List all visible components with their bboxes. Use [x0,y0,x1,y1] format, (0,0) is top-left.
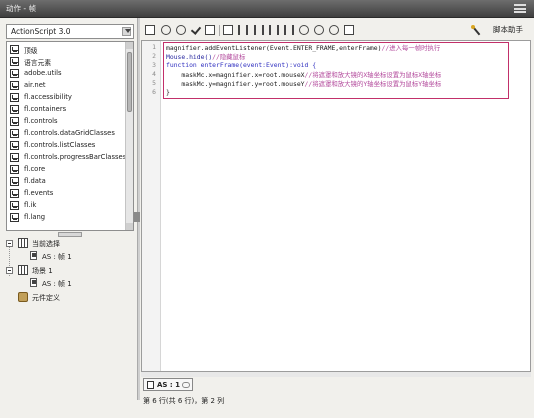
collapse-icon[interactable] [254,25,264,35]
tree-item-frame[interactable]: AS : 帧 1 [6,251,126,263]
book-icon [10,201,19,210]
list-item[interactable]: fl.controls.progressBarClasses [10,152,126,163]
script-assist-button[interactable]: 脚本助手 [493,24,523,35]
film-icon [18,238,28,248]
collapse-toolbox-icon[interactable] [134,212,140,222]
actions-toolbar: 脚本助手 [143,22,529,40]
line-number: 4 [152,70,156,78]
list-item[interactable]: fl.lang [10,212,120,223]
list-item[interactable]: adobe.utils [10,68,120,79]
toolbox-splitter[interactable] [58,232,82,237]
book-icon [10,81,19,90]
script-assist-icon[interactable] [471,25,481,35]
book-icon [10,45,19,54]
list-item[interactable]: fl.accessibility [10,92,120,103]
collapse-selection-icon[interactable] [269,25,279,35]
code-line[interactable]: maskMc.x=magnifier.x=root.mouseX//将遮罩和放大… [166,70,441,79]
package-list-scrollbar[interactable] [125,42,133,230]
scroll-thumb[interactable] [127,52,132,112]
package-list: 顶级 语言元素 adobe.utils air.net fl.accessibi… [6,41,134,231]
tree-item-frame[interactable]: AS : 帧 1 [6,278,126,290]
book-icon [10,213,19,222]
list-item[interactable]: fl.events [10,188,120,199]
chevron-down-icon[interactable] [122,27,131,36]
list-item[interactable]: fl.containers [10,104,120,115]
script-editor[interactable]: 1 2 3 4 5 6 magnifier.addEventListener(E… [141,40,531,372]
panel-menu-icon[interactable] [514,4,526,13]
auto-format-icon[interactable] [205,25,215,35]
library-icon [18,292,28,302]
line-number: 1 [152,43,156,51]
list-item[interactable]: air.net [10,80,120,91]
find-icon[interactable] [161,25,171,35]
expand-icon[interactable] [284,25,294,35]
book-icon [10,117,19,126]
language-dropdown[interactable]: ActionScript 3.0 [6,24,134,39]
book-icon [10,105,19,114]
toolbar-separator [219,25,220,36]
remove-comment-icon[interactable] [329,25,339,35]
status-bar: 第 6 行(共 6 行)，第 2 列 [143,397,225,405]
line-comment-icon[interactable] [314,25,324,35]
code-line[interactable]: } [166,88,170,96]
pin-script-icon[interactable] [182,382,190,388]
book-icon [10,177,19,186]
collapse-icon[interactable] [6,267,13,274]
list-item[interactable]: fl.controls.listClasses [10,140,120,151]
line-number-gutter: 1 2 3 4 5 6 [142,41,161,371]
show-hide-toolbox-icon[interactable] [344,25,354,35]
book-icon [10,153,19,162]
language-value: ActionScript 3.0 [11,27,71,36]
debug-icon[interactable] [238,25,248,35]
tree-item-symbol-definitions[interactable]: 元件定义 [6,292,126,304]
line-number: 2 [152,52,156,60]
list-item[interactable]: 顶级 [10,44,120,55]
code-line[interactable]: function enterFrame(event:Event):void { [166,61,316,69]
code-hint-icon[interactable] [223,25,233,35]
target-icon[interactable] [176,25,186,35]
frame-script-icon [30,278,37,287]
list-item[interactable]: fl.controls [10,116,120,127]
book-icon [10,189,19,198]
book-icon [10,141,19,150]
editor-horizontal-scrollbar[interactable] [141,372,531,377]
script-file-icon [147,381,154,389]
panel-title: 动作 - 帧 [6,4,36,13]
code-line[interactable]: maskMc.y=magnifier.y=root.mouseY//将遮罩和放大… [166,79,441,88]
script-tab[interactable]: AS : 1 [143,378,193,391]
scroll-down-icon[interactable] [126,223,133,230]
book-icon [10,69,19,78]
frame-script-icon [30,251,37,260]
list-item[interactable]: fl.controls.dataGridClasses [10,128,120,139]
actions-toolbox: ActionScript 3.0 顶级 语言元素 adobe.utils air… [6,24,134,368]
script-navigator: 当前选择 AS : 帧 1 场景 1 AS : 帧 1 元件定义 [6,238,134,368]
list-item[interactable]: fl.data [10,176,120,187]
panel-title-bar: 动作 - 帧 [0,0,534,18]
scene-icon [18,265,28,275]
book-icon [10,129,19,138]
check-syntax-icon[interactable] [191,25,201,35]
list-item[interactable]: fl.core [10,164,120,175]
tree-item-current-selection[interactable]: 当前选择 [6,238,126,250]
scroll-up-icon[interactable] [126,42,133,49]
line-number: 5 [152,79,156,87]
code-line[interactable]: magnifier.addEventListener(Event.ENTER_F… [166,43,440,52]
book-icon [10,165,19,174]
book-icon [10,57,19,66]
collapse-icon[interactable] [6,240,13,247]
list-item[interactable]: 语言元素 [10,56,120,67]
add-icon[interactable] [145,25,155,35]
block-comment-icon[interactable] [299,25,309,35]
code-line[interactable]: Mouse.hide()//隐藏鼠标 [166,52,245,61]
book-icon [10,93,19,102]
line-number: 3 [152,61,156,69]
tree-item-scene[interactable]: 场景 1 [6,265,126,277]
list-item[interactable]: fl.ik [10,200,120,211]
panel-divider[interactable] [137,18,140,400]
line-number: 6 [152,88,156,96]
